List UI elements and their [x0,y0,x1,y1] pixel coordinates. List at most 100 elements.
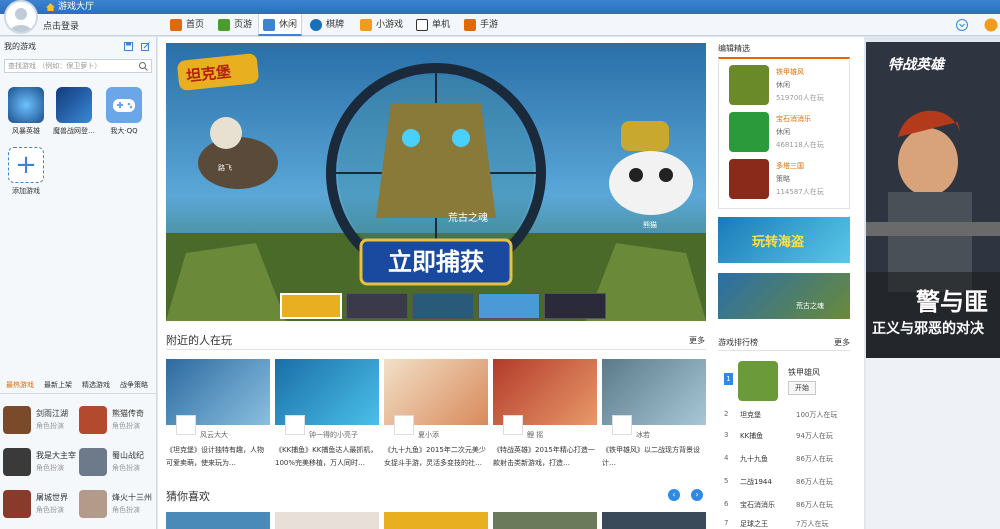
rank-row[interactable]: 2 坦克堡 100万人在玩 [724,405,850,423]
game-icon [79,490,107,518]
list-item[interactable]: 烽火十三州 角色扮演 [79,490,157,522]
banner-left-label: 路飞 [218,164,232,172]
home-icon [46,3,55,11]
divider [718,350,850,351]
nearby-title: 附近的人在玩 [166,334,232,347]
banner-thumb[interactable] [478,293,540,319]
avatar [612,415,632,435]
nearby-card[interactable]: 钟一得的小亮子 《KK捕鱼》KK捕鱼达人最抓机，100%完美移植，万人同时… [275,359,379,479]
save-icon[interactable] [124,42,133,51]
promo-pirate[interactable]: 玩转海盗 [718,217,850,263]
banner-caption: 荒古之魂 [448,213,488,224]
home-icon [170,19,182,31]
game-icon [3,490,31,518]
tab-strategy-games[interactable]: 战争策略 [120,380,148,390]
hero-banner[interactable]: 坦克堡 立即捕获 荒古之魂 路飞 熊猫 [166,43,706,321]
edit-icon[interactable] [141,42,150,51]
tab-page-games[interactable]: 页游 [218,14,252,36]
rank-row[interactable]: 3 KK捕鱼 94万人在玩 [724,426,850,444]
gamepad-icon [106,87,142,123]
pick-item[interactable]: 多塔三国 策略 114587人在玩 [729,159,849,203]
banner-thumb[interactable] [346,293,408,319]
ranking-more-link[interactable]: 更多 [834,337,850,348]
chevron-down-icon[interactable] [956,19,968,31]
cards-icon [310,19,322,31]
banner-thumb[interactable] [544,293,606,319]
game-icon [3,406,31,434]
tab-casual[interactable]: 休闲 [258,14,302,36]
chevron-left-icon[interactable]: ‹ [668,489,680,501]
list-item[interactable]: 屠城世界 角色扮演 [3,490,81,522]
list-item[interactable]: 蜀山战纪 角色扮演 [79,448,157,480]
guess-card[interactable] [602,512,706,529]
rank-row[interactable]: 4 九十九鱼 86万人在玩 [724,449,850,467]
banner-cta-button[interactable]: 立即捕获 [361,240,511,284]
mobile-game-icon [464,19,476,31]
guess-card[interactable] [493,512,597,529]
mini-game-icon [360,19,372,31]
nearby-card[interactable]: 鲤 摇 《特战英雄》2015年精心打造一款射击类新游戏，打造… [493,359,597,479]
rank-row[interactable]: 7 足球之王 7万人在玩 [724,514,850,529]
game-tile-qq[interactable]: 我大·QQ [102,87,146,136]
guess-card[interactable] [275,512,379,529]
tab-single[interactable]: 单机 [416,14,450,36]
list-item[interactable]: 我是大主宰 角色扮演 [3,448,81,480]
avatar [176,415,196,435]
main-content: 坦克堡 立即捕获 荒古之魂 路飞 熊猫 附近的人在玩 更多 风云大大 《坦克堡》… [158,37,864,529]
banner-thumb[interactable] [280,293,342,319]
avatar [285,415,305,435]
list-item[interactable]: 剑雨江湖 角色扮演 [3,406,81,438]
search-input[interactable]: 查找游戏 （例如：保卫萝卜） [4,59,152,73]
coin-icon[interactable] [984,18,998,32]
pick-item[interactable]: 宝石消消乐 休闲 468118人在玩 [729,112,849,156]
divider [166,349,706,350]
window-title: 游戏大厅 [46,1,94,13]
tab-new-games[interactable]: 最新上架 [44,380,72,390]
tab-cards[interactable]: 棋牌 [310,14,344,36]
start-button[interactable]: 开始 [788,381,816,395]
sidebar: 我的游戏 查找游戏 （例如：保卫萝卜） 风暴英雄 魔兽战网登… 我大·QQ + … [0,37,157,529]
avatar [394,415,414,435]
game-icon [79,448,107,476]
guess-card[interactable] [166,512,270,529]
tab-mini-games[interactable]: 小游戏 [360,14,403,36]
game-icon [729,159,769,199]
pick-item[interactable]: 铁甲雄风 休闲 519700人在玩 [729,65,849,109]
banner-thumb[interactable] [412,293,474,319]
editor-picks-panel: 铁甲雄风 休闲 519700人在玩 宝石消消乐 休闲 468118人在玩 多塔三… [718,57,850,209]
tab-hot-games[interactable]: 最热游戏 [6,380,34,390]
rank-row[interactable]: 6 宝石消消乐 86万人在玩 [724,495,850,513]
ranking-title: 游戏排行榜 [718,338,758,347]
login-link[interactable]: 点击登录 [43,19,79,32]
search-icon[interactable] [139,62,148,71]
add-game-button[interactable]: + 添加游戏 [4,147,48,196]
nearby-more-link[interactable]: 更多 [689,335,705,346]
battlenet-icon [56,87,92,123]
game-tile-heroes-of-the-storm[interactable]: 风暴英雄 [4,87,48,136]
casual-icon [263,19,275,31]
rank-row-first[interactable]: 1 铁甲雄风 开始 [724,359,850,403]
side-advertisement[interactable]: 特战英雄 警与匪 正义与邪恶的对决 [866,42,1000,358]
rank-row[interactable]: 5 二战1944 86万人在玩 [724,472,850,490]
avatar [503,415,523,435]
nearby-card[interactable]: 冰若 《铁甲雄风》以二战现方背景设计… [602,359,706,479]
game-icon [79,406,107,434]
tab-home[interactable]: 首页 [170,14,204,36]
game-icon [738,361,778,401]
sidebar-tabs: 最热游戏 最新上架 精选游戏 战争策略 [0,376,157,394]
heroes-storm-icon [8,87,44,123]
ad-title: 特战英雄 [888,57,944,73]
single-icon [416,19,428,31]
right-empty-area [866,358,1000,529]
chevron-right-icon[interactable]: › [691,489,703,501]
tab-mobile-games[interactable]: 手游 [464,14,498,36]
promo-wild-soul[interactable]: 荒古之魂 [718,273,850,319]
tab-featured-games[interactable]: 精选游戏 [82,380,110,390]
avatar[interactable] [4,0,38,34]
nearby-card[interactable]: 夏小添 《九十九鱼》2015年二次元美少女捉斗手游，灵活多变技的社… [384,359,488,479]
ad-subtitle: 正义与邪恶的对决 [872,321,984,337]
game-tile-battlenet[interactable]: 魔兽战网登… [52,87,96,136]
list-item[interactable]: 熊猫传奇 角色扮演 [79,406,157,438]
nearby-card[interactable]: 风云大大 《坦克堡》设计独特有趣，人物可爱卖萌，使来玩为… [166,359,270,479]
guess-card[interactable] [384,512,488,529]
